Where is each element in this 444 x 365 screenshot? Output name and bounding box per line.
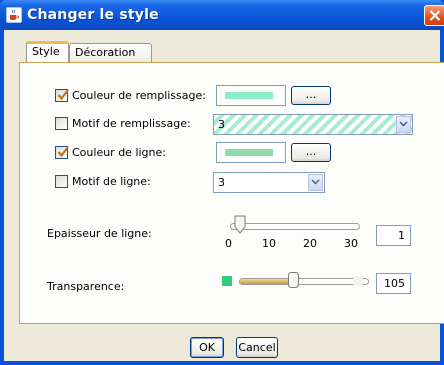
chevron-down-icon[interactable] — [308, 174, 323, 191]
transparency-slider-track[interactable] — [239, 278, 369, 285]
tick-label: 10 — [262, 237, 276, 250]
transparent-color-swatch — [353, 276, 363, 286]
transparency-input[interactable]: 105 — [376, 273, 411, 294]
line-color-picker-button[interactable]: ... — [291, 143, 331, 162]
fill-pattern-label: Motif de remplissage: — [72, 117, 191, 130]
cancel-button[interactable]: Cancel — [236, 337, 278, 358]
line-color-label: Couleur de ligne: — [72, 146, 166, 159]
line-pattern-select[interactable]: 3 — [213, 172, 325, 193]
fill-color-label: Couleur de remplissage: — [72, 89, 206, 102]
fill-pattern-select[interactable]: 3 — [213, 114, 413, 135]
tab-decoration[interactable]: Décoration — [69, 43, 152, 62]
fill-pattern-checkbox[interactable] — [55, 117, 68, 130]
line-width-slider-track[interactable] — [230, 223, 360, 230]
line-width-input[interactable]: 1 — [376, 225, 411, 246]
line-color-swatch — [216, 142, 286, 163]
line-pattern-label: Motif de ligne: — [72, 175, 151, 188]
tick-label: 0 — [225, 237, 232, 250]
ok-button[interactable]: OK — [190, 337, 224, 358]
fill-pattern-value: 3 — [218, 118, 225, 131]
fill-color-checkbox[interactable] — [55, 89, 69, 102]
line-width-label: Epaisseur de ligne: — [47, 227, 152, 240]
transparency-label: Transparence: — [47, 280, 125, 293]
opaque-color-swatch — [222, 276, 232, 286]
style-tab-panel: Couleur de remplissage: ... Motif de rem… — [19, 62, 444, 324]
chevron-down-icon[interactable] — [396, 116, 411, 133]
title-bar[interactable]: Changer le style — [0, 0, 444, 30]
java-cup-icon — [6, 7, 22, 23]
close-icon[interactable] — [424, 5, 444, 26]
fill-color-picker-button[interactable]: ... — [291, 86, 331, 105]
window-title: Changer le style — [27, 7, 159, 23]
transparency-slider-fill — [240, 279, 295, 284]
dialog-body: Décoration Style Couleur de remplissage:… — [4, 30, 444, 361]
tick-label: 20 — [303, 237, 317, 250]
line-pattern-checkbox[interactable] — [55, 175, 68, 188]
line-width-slider-thumb[interactable] — [234, 215, 246, 235]
line-pattern-value: 3 — [218, 176, 225, 189]
dialog-window: Changer le style Décoration Style Couleu… — [0, 0, 444, 365]
tick-label: 30 — [344, 237, 358, 250]
fill-color-preview — [225, 92, 273, 99]
line-color-preview — [225, 149, 273, 156]
tab-style[interactable]: Style — [26, 41, 69, 62]
transparency-slider-thumb[interactable] — [288, 272, 299, 288]
fill-color-swatch — [216, 85, 286, 106]
line-color-checkbox[interactable] — [55, 146, 69, 159]
